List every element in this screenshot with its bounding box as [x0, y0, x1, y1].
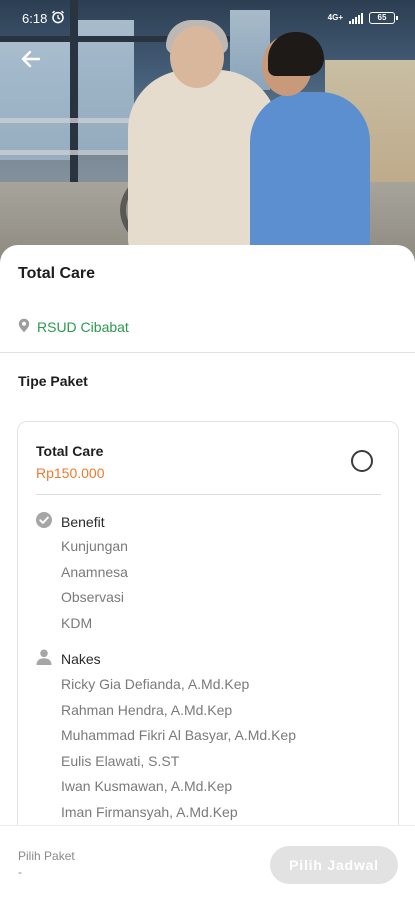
arrow-left-icon	[21, 50, 41, 73]
selected-package-label: Pilih Paket	[18, 849, 75, 863]
package-name: Total Care	[36, 443, 104, 459]
detail-sheet: Total Care RSUD Cibabat Tipe Paket Total…	[0, 245, 415, 825]
nakes-label: Nakes	[61, 651, 101, 667]
benefit-item: KDM	[61, 614, 93, 631]
package-radio-button[interactable]	[351, 450, 373, 472]
benefit-label: Benefit	[61, 514, 105, 530]
person-icon	[36, 649, 52, 670]
nakes-group: Nakes Ricky Gia Defianda, A.Md.Kep Rahma…	[36, 649, 296, 825]
battery-icon: 65	[369, 12, 398, 24]
status-time: 6:18	[22, 10, 48, 26]
network-type-label: 4G+	[327, 13, 343, 22]
benefit-group: Benefit Kunjungan Anamnesa Observasi KDM	[36, 511, 128, 636]
package-card[interactable]: Total Care Rp150.000 Benefit Kunjungan A…	[17, 421, 399, 825]
nakes-item: Rahman Hendra, A.Md.Kep	[61, 701, 233, 718]
back-button[interactable]	[14, 46, 48, 76]
nakes-list: Ricky Gia Defianda, A.Md.Kep Rahman Hend…	[61, 672, 296, 825]
bottom-action-bar: Pilih Paket - Pilih Jadwal	[0, 825, 415, 900]
location-name: RSUD Cibabat	[37, 319, 129, 335]
check-circle-icon	[36, 511, 52, 533]
package-section-title: Tipe Paket	[18, 373, 88, 389]
package-price: Rp150.000	[36, 465, 105, 481]
signal-icon	[349, 12, 363, 24]
nakes-item: Muhammad Fikri Al Basyar, A.Md.Kep	[61, 727, 296, 744]
benefit-list: Kunjungan Anamnesa Observasi KDM	[61, 534, 128, 636]
benefit-item: Observasi	[61, 589, 125, 606]
benefit-item: Anamnesa	[61, 563, 128, 580]
selected-package-value: -	[18, 865, 22, 879]
section-divider	[0, 352, 415, 353]
nakes-item: Ricky Gia Defianda, A.Md.Kep	[61, 676, 250, 692]
alarm-icon	[51, 10, 65, 27]
nakes-item: Iwan Kusmawan, A.Md.Kep	[61, 778, 233, 795]
status-bar: 6:18 4G+ 65	[0, 0, 415, 36]
nakes-item: Iman Firmansyah, A.Md.Kep	[61, 803, 238, 820]
choose-schedule-button[interactable]: Pilih Jadwal	[270, 846, 398, 884]
location-row: RSUD Cibabat	[18, 318, 129, 336]
nakes-item: Eulis Elawati, S.ST	[61, 752, 180, 769]
map-pin-icon	[18, 318, 30, 336]
service-title: Total Care	[18, 265, 96, 282]
card-divider	[36, 494, 381, 495]
benefit-item: Kunjungan	[61, 538, 128, 554]
hero-image	[0, 0, 415, 262]
